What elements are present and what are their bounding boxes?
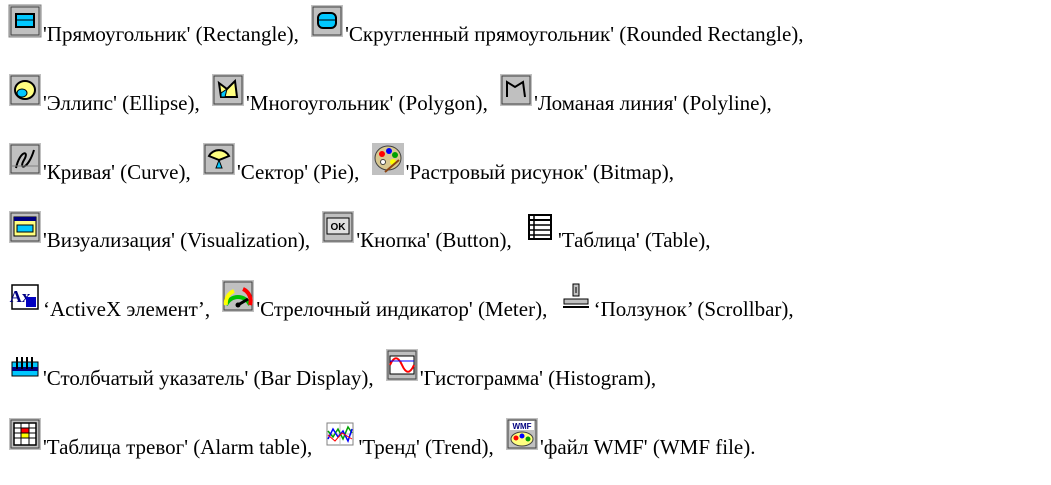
button-icon[interactable]: OK bbox=[321, 210, 356, 244]
item-scrollbar: ‘Ползунок’ (Scrollbar), bbox=[558, 279, 794, 321]
line-2: 'Эллипс' (Ellipse), 'Многоугольник' (Pol… bbox=[8, 73, 772, 117]
rectangle-icon[interactable] bbox=[8, 4, 42, 38]
polygon-icon[interactable] bbox=[210, 73, 245, 107]
label: ‘Ползунок’ (Scrollbar) bbox=[593, 297, 789, 321]
wmf-icon-text: WMF bbox=[512, 422, 531, 431]
line-5: Ax ‘ActiveX элемент’, 'Стрелочный индика… bbox=[8, 279, 794, 323]
label: 'Многоугольник' (Polygon) bbox=[245, 91, 483, 115]
line-1: 'Прямоугольник' (Rectangle), 'Скругленны… bbox=[8, 4, 804, 48]
curve-icon[interactable] bbox=[8, 142, 42, 176]
line-3: 'Кривая' (Curve), 'Сектор' (Pie), 'Растр… bbox=[8, 142, 674, 186]
table-icon[interactable] bbox=[523, 210, 557, 244]
item-meter: 'Стрелочный индикатор' (Meter), bbox=[221, 279, 547, 321]
label: 'Гистограмма' (Histogram) bbox=[419, 366, 651, 390]
item-wmf-file: WMF 'файл WMF' (WMF file). bbox=[504, 417, 755, 459]
label: 'Ломаная линия' (Polyline) bbox=[534, 91, 767, 115]
label: 'Столбчатый указатель' (Bar Display) bbox=[43, 366, 369, 390]
label: 'Сектор' (Pie) bbox=[237, 160, 355, 184]
item-bitmap: 'Растровый рисунок' (Bitmap), bbox=[370, 142, 674, 184]
label: 'Таблица' (Table) bbox=[558, 228, 706, 252]
label: 'Прямоугольник' (Rectangle) bbox=[43, 22, 294, 46]
item-bar-display: 'Столбчатый указатель' (Bar Display), bbox=[8, 348, 374, 390]
item-trend: 'Тренд' (Trend), bbox=[323, 417, 494, 459]
item-histogram: 'Гистограмма' (Histogram), bbox=[384, 348, 656, 390]
alarm-table-icon[interactable] bbox=[8, 417, 42, 451]
item-button: OK 'Кнопка' (Button), bbox=[321, 210, 512, 252]
bitmap-icon[interactable] bbox=[370, 142, 405, 176]
pie-icon[interactable] bbox=[202, 142, 236, 176]
bar-display-icon[interactable] bbox=[8, 348, 42, 382]
label: 'файл WMF' (WMF file) bbox=[539, 435, 751, 459]
item-activex: Ax ‘ActiveX элемент’, bbox=[8, 279, 210, 321]
line-4: 'Визуализация' (Visualization), OK 'Кноп… bbox=[8, 210, 710, 254]
wmf-file-icon[interactable]: WMF bbox=[504, 417, 539, 451]
item-visualization: 'Визуализация' (Visualization), bbox=[8, 210, 310, 252]
label: 'Кривая' (Curve) bbox=[43, 160, 186, 184]
label: 'Растровый рисунок' (Bitmap) bbox=[405, 160, 669, 184]
histogram-icon[interactable] bbox=[384, 348, 419, 382]
page: { "lines": [ { "items": [ {"icon": "rect… bbox=[0, 0, 1051, 485]
item-pie: 'Сектор' (Pie), bbox=[202, 142, 359, 184]
item-alarm-table: 'Таблица тревог' (Alarm table), bbox=[8, 417, 312, 459]
button-icon-text: OK bbox=[331, 222, 347, 233]
label: 'Скругленный прямоугольник' (Rounded Rec… bbox=[345, 22, 799, 46]
item-curve: 'Кривая' (Curve), bbox=[8, 142, 191, 184]
visualization-icon[interactable] bbox=[8, 210, 42, 244]
item-ellipse: 'Эллипс' (Ellipse), bbox=[8, 73, 200, 115]
item-table: 'Таблица' (Table), bbox=[523, 210, 710, 252]
line-6: 'Столбчатый указатель' (Bar Display), 'Г… bbox=[8, 348, 656, 392]
label: 'Тренд' (Trend) bbox=[358, 435, 489, 459]
polyline-icon[interactable] bbox=[499, 73, 534, 107]
label: 'Кнопка' (Button) bbox=[356, 228, 507, 252]
label: 'Стрелочный индикатор' (Meter) bbox=[256, 297, 543, 321]
item-polygon: 'Многоугольник' (Polygon), bbox=[210, 73, 488, 115]
scrollbar-icon[interactable] bbox=[558, 279, 593, 313]
label: 'Таблица тревог' (Alarm table) bbox=[43, 435, 307, 459]
ellipse-icon[interactable] bbox=[8, 73, 42, 107]
trend-icon[interactable] bbox=[323, 417, 358, 451]
activex-icon[interactable]: Ax bbox=[8, 279, 42, 313]
line-7: 'Таблица тревог' (Alarm table), 'Тренд' … bbox=[8, 417, 755, 461]
meter-icon[interactable] bbox=[221, 279, 256, 313]
label: 'Визуализация' (Visualization) bbox=[43, 228, 305, 252]
item-rounded-rectangle: 'Скругленный прямоугольник' (Rounded Rec… bbox=[310, 4, 804, 46]
label: ‘ActiveX элемент’ bbox=[43, 297, 205, 321]
item-rectangle: 'Прямоугольник' (Rectangle), bbox=[8, 4, 299, 46]
item-polyline: 'Ломаная линия' (Polyline), bbox=[499, 73, 772, 115]
label: 'Эллипс' (Ellipse) bbox=[43, 91, 195, 115]
rounded-rectangle-icon[interactable] bbox=[310, 4, 345, 38]
